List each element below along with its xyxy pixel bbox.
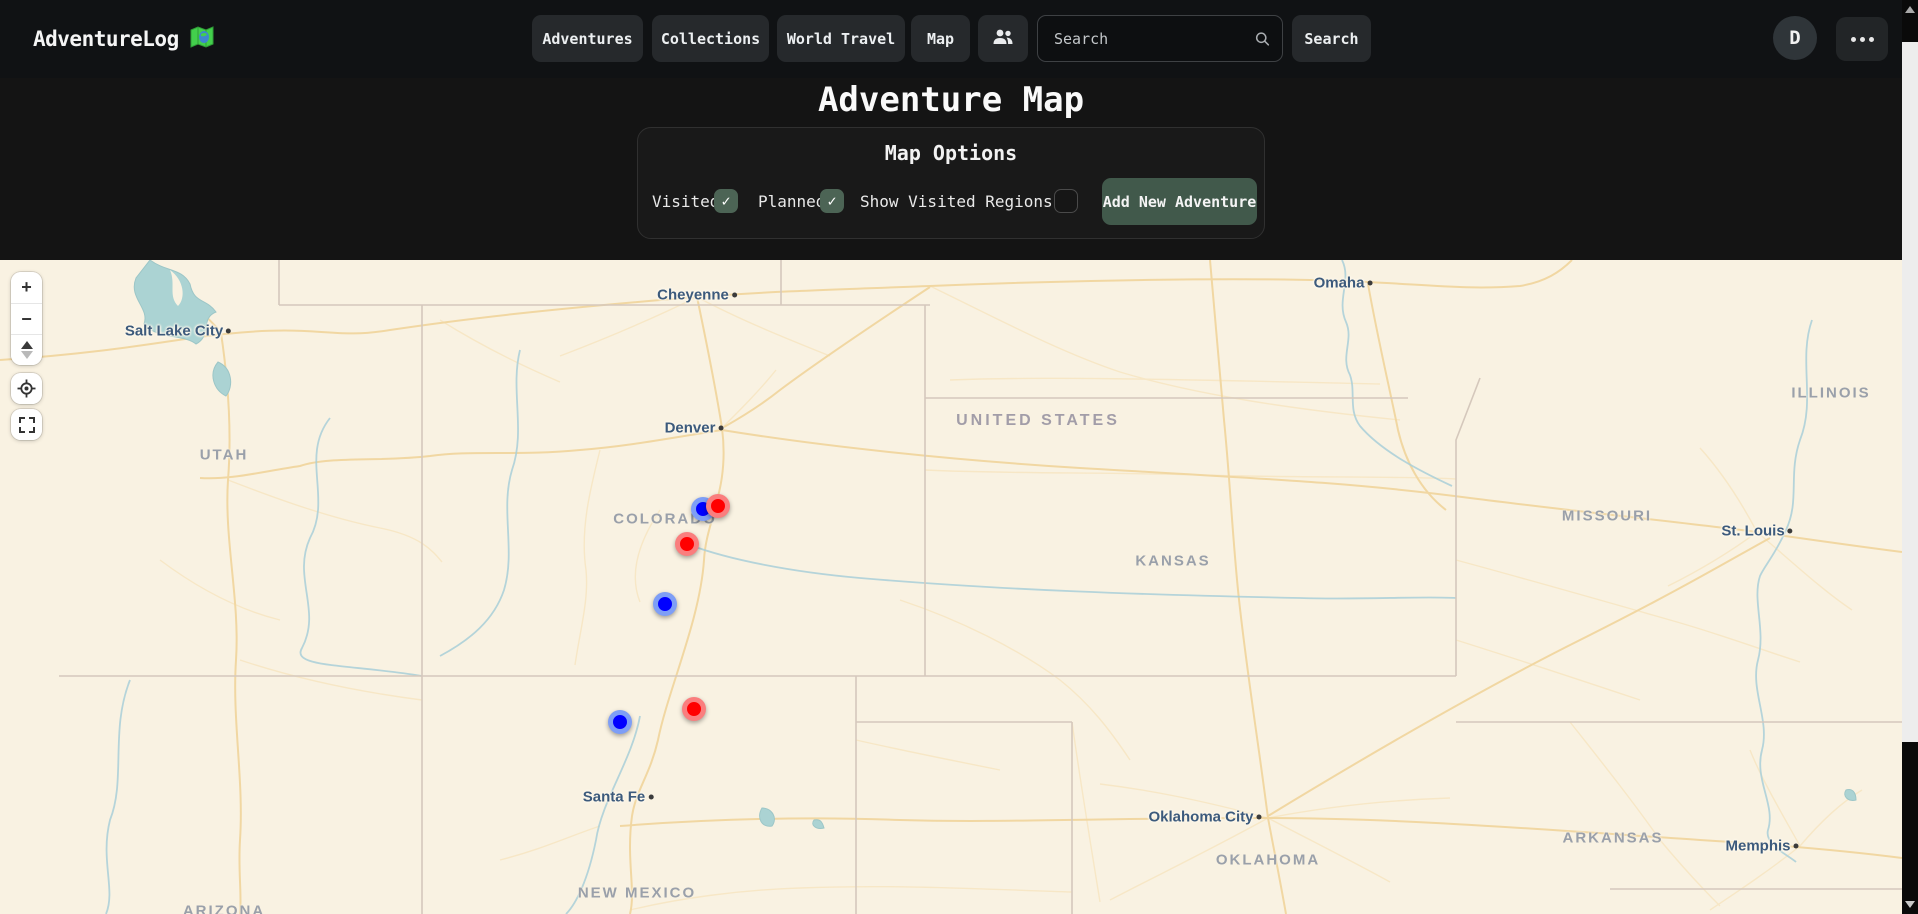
map-options-title: Map Options — [638, 141, 1264, 165]
adventure-marker-planned[interactable] — [653, 592, 677, 616]
show-regions-label: Show Visited Regions — [860, 192, 1053, 211]
show-regions-checkbox[interactable] — [1054, 189, 1078, 213]
state-label: NEW MEXICO — [578, 885, 696, 902]
brand-name: AdventureLog — [33, 27, 179, 51]
nav-world-travel[interactable]: World Travel — [777, 15, 905, 62]
planned-checkbox[interactable]: ✓ — [820, 189, 844, 213]
city-name: Denver — [665, 420, 716, 437]
world-map-logo-icon — [189, 24, 215, 54]
search-button[interactable]: Search — [1292, 15, 1371, 62]
city-name: Salt Lake City — [125, 323, 223, 340]
state-label: MISSOURI — [1562, 508, 1652, 525]
navbar: AdventureLog Adventures Collections Worl… — [0, 0, 1918, 78]
visited-label: Visited — [652, 192, 719, 211]
city-dot — [718, 426, 723, 431]
state-label: OKLAHOMA — [1216, 852, 1320, 869]
city-label: St. Louis — [1721, 523, 1792, 540]
adventure-marker-visited[interactable] — [682, 697, 706, 721]
nav-collections[interactable]: Collections — [652, 15, 769, 62]
add-adventure-button[interactable]: Add New Adventure — [1102, 178, 1257, 225]
city-dot — [732, 293, 737, 298]
state-label: ARKANSAS — [1562, 830, 1663, 847]
city-name: Omaha — [1314, 275, 1365, 292]
city-label: Cheyenne — [657, 287, 737, 304]
brand[interactable]: AdventureLog — [33, 0, 215, 78]
city-label: Denver — [665, 420, 724, 437]
dot — [1860, 37, 1865, 42]
city-label: Memphis — [1725, 838, 1798, 855]
city-name: St. Louis — [1721, 523, 1784, 540]
city-label: Santa Fe — [583, 789, 654, 806]
nav-adventures[interactable]: Adventures — [532, 15, 643, 62]
map-canvas — [0, 260, 1902, 914]
page-scrollbar[interactable] — [1902, 0, 1918, 914]
state-label: ILLINOIS — [1791, 385, 1870, 402]
compass-icon[interactable] — [11, 334, 42, 365]
scroll-up-arrow-icon[interactable] — [1905, 6, 1915, 13]
search-box — [1037, 15, 1283, 62]
city-dot — [648, 795, 653, 800]
city-label: Omaha — [1314, 275, 1373, 292]
page-title: Adventure Map — [0, 80, 1902, 120]
state-label: ARIZONA — [183, 903, 265, 914]
users-icon — [992, 28, 1014, 50]
fullscreen-control — [11, 409, 42, 440]
city-label: Salt Lake City — [125, 323, 231, 340]
fullscreen-icon[interactable] — [11, 409, 42, 440]
adventure-marker-visited[interactable] — [675, 532, 699, 556]
nav-friends-button[interactable] — [978, 15, 1028, 62]
search-icon — [1255, 30, 1270, 48]
map-options-card: Map Options Visited ✓ Planned ✓ Show Vis… — [637, 127, 1265, 239]
state-label: UTAH — [200, 447, 249, 464]
zoom-controls: + − — [11, 272, 42, 365]
geolocate-control — [11, 373, 42, 404]
dot — [1869, 37, 1874, 42]
geolocate-icon[interactable] — [11, 373, 42, 404]
country-label: UNITED STATES — [956, 412, 1120, 430]
city-name: Cheyenne — [657, 287, 729, 304]
visited-checkbox[interactable]: ✓ — [714, 189, 738, 213]
planned-label: Planned — [758, 192, 825, 211]
city-name: Memphis — [1725, 838, 1790, 855]
city-label: Oklahoma City — [1148, 809, 1261, 826]
zoom-in-button[interactable]: + — [11, 272, 42, 303]
search-input[interactable] — [1038, 30, 1255, 48]
scrollbar-thumb[interactable] — [1902, 42, 1918, 742]
city-dot — [1257, 815, 1262, 820]
state-label: KANSAS — [1135, 553, 1210, 570]
adventure-map[interactable]: UNITED STATESUTAHCOLORADOKANSASMISSOURII… — [0, 260, 1902, 914]
city-dot — [1794, 844, 1799, 849]
city-dot — [1367, 281, 1372, 286]
adventure-marker-planned[interactable] — [608, 710, 632, 734]
city-name: Oklahoma City — [1148, 809, 1253, 826]
city-dot — [226, 329, 231, 334]
adventure-marker-visited[interactable] — [706, 494, 730, 518]
city-dot — [1788, 529, 1793, 534]
scroll-down-arrow-icon[interactable] — [1905, 901, 1915, 908]
zoom-out-button[interactable]: − — [11, 303, 42, 334]
city-name: Santa Fe — [583, 789, 646, 806]
more-menu-button[interactable] — [1836, 17, 1888, 61]
nav-map[interactable]: Map — [911, 15, 970, 62]
avatar[interactable]: D — [1773, 16, 1817, 60]
dot — [1851, 37, 1856, 42]
